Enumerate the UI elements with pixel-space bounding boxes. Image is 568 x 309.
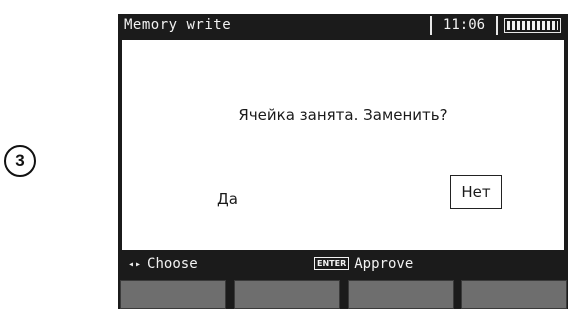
softkey-1[interactable]: [120, 280, 226, 309]
dialog-message: Ячейка занята. Заменить?: [238, 106, 448, 124]
approve-hint: ENTER Approve: [314, 256, 413, 272]
clock: 11:06: [430, 16, 498, 35]
enter-key-icon: ENTER: [314, 257, 350, 270]
no-button[interactable]: Нет: [450, 175, 502, 209]
screen-title: Memory write: [124, 17, 232, 33]
dialog-area: Ячейка занята. Заменить? Да Нет: [122, 40, 564, 250]
title-bar: Memory write 11:06: [118, 14, 568, 38]
meter-display: Memory write 11:06 Ячейка занята. Замени…: [118, 14, 568, 309]
softkey-3[interactable]: [348, 280, 454, 309]
hint-bar: ◂▸ Choose ENTER Approve: [118, 252, 568, 276]
choose-hint: ◂▸ Choose: [128, 256, 198, 272]
approve-hint-label: Approve: [354, 256, 414, 272]
battery-icon: [504, 18, 561, 33]
choose-hint-label: Choose: [147, 256, 198, 272]
softkey-row: [118, 280, 568, 309]
left-right-arrows-icon: ◂▸: [128, 259, 143, 270]
softkey-4[interactable]: [461, 280, 567, 309]
yes-button[interactable]: Да: [212, 187, 243, 211]
step-number-badge: 3: [4, 145, 36, 177]
battery-level-fill: [507, 21, 558, 30]
softkey-2[interactable]: [234, 280, 340, 309]
